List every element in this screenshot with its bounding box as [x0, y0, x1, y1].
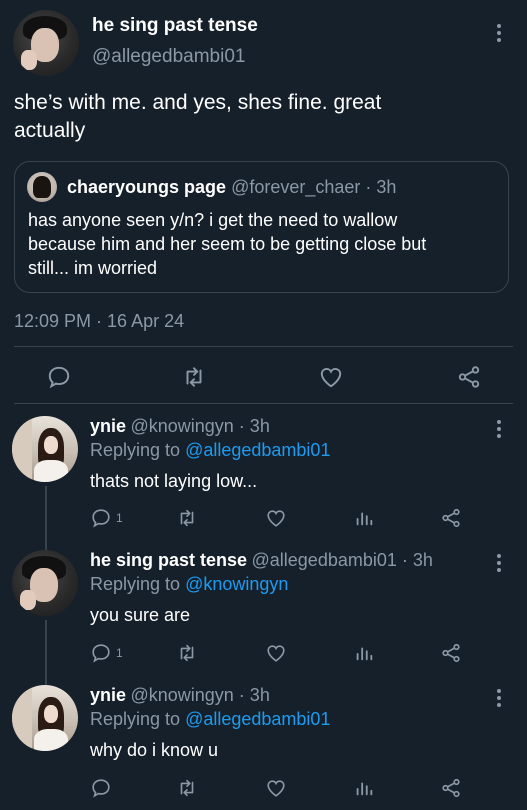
more-icon[interactable]: [497, 689, 501, 710]
reply-handle-time: @allegedbambi01 · 3h: [251, 550, 433, 570]
share-icon[interactable]: [440, 777, 462, 799]
replying-to-link[interactable]: @allegedbambi01: [185, 709, 330, 729]
replying-to-label: Replying to: [90, 440, 181, 460]
quoted-avatar: [27, 172, 57, 202]
reply-text: thats not laying low...: [90, 471, 258, 491]
retweet-icon[interactable]: [181, 364, 207, 390]
reply-text: why do i know u: [90, 740, 219, 760]
more-icon[interactable]: [497, 420, 501, 441]
like-icon[interactable]: [265, 507, 287, 529]
quoted-text-line-1: has anyone seen y/n? i get the need to w…: [28, 210, 398, 230]
reply-text: you sure are: [90, 605, 191, 625]
tweet-timestamp[interactable]: 12:09 PM · 16 Apr 24: [14, 311, 184, 332]
more-icon[interactable]: [497, 24, 501, 45]
like-icon[interactable]: [265, 642, 287, 664]
reply-display-name[interactable]: ynie: [90, 416, 126, 436]
replying-to-label: Replying to: [90, 709, 181, 729]
retweet-icon[interactable]: [176, 507, 198, 529]
thread-line: [45, 486, 47, 550]
like-icon[interactable]: [318, 364, 344, 390]
quoted-display-name: chaeryoungs page: [67, 177, 227, 197]
reply-icon[interactable]: [46, 364, 72, 390]
avatar[interactable]: [12, 685, 78, 751]
avatar[interactable]: [12, 416, 78, 482]
reply-count: 1: [116, 646, 123, 660]
thread-line: [45, 620, 47, 685]
divider: [14, 403, 513, 404]
author-handle[interactable]: @allegedbambi01: [92, 46, 245, 68]
author-avatar[interactable]: [13, 10, 79, 76]
reply-icon[interactable]: 1: [90, 507, 123, 529]
analytics-icon[interactable]: [353, 777, 375, 799]
like-icon[interactable]: [265, 777, 287, 799]
quoted-handle-time: @forever_chaer · 3h: [231, 177, 397, 197]
reply-handle-time: @knowingyn · 3h: [130, 685, 270, 705]
analytics-icon[interactable]: [353, 642, 375, 664]
quoted-tweet[interactable]: chaeryoungs page @forever_chaer · 3h has…: [14, 161, 509, 293]
share-icon[interactable]: [456, 364, 482, 390]
replying-to-link[interactable]: @knowingyn: [185, 574, 288, 594]
reply-icon[interactable]: 1: [90, 642, 123, 664]
share-icon[interactable]: [440, 507, 462, 529]
replying-to-label: Replying to: [90, 574, 181, 594]
divider: [14, 346, 513, 347]
tweet-text-line-2: actually: [14, 119, 86, 142]
analytics-icon[interactable]: [353, 507, 375, 529]
tweet-text-line-1: she’s with me. and yes, shes fine. great: [14, 91, 382, 114]
reply-display-name[interactable]: he sing past tense: [90, 550, 247, 570]
replying-to-link[interactable]: @allegedbambi01: [185, 440, 330, 460]
reply-count: 1: [116, 511, 123, 525]
quoted-text-line-3: still... im worried: [28, 258, 158, 278]
share-icon[interactable]: [440, 642, 462, 664]
more-icon[interactable]: [497, 554, 501, 575]
avatar[interactable]: [12, 550, 78, 616]
retweet-icon[interactable]: [176, 642, 198, 664]
reply-display-name[interactable]: ynie: [90, 685, 126, 705]
reply-handle-time: @knowingyn · 3h: [130, 416, 270, 436]
reply-icon[interactable]: [90, 777, 112, 799]
retweet-icon[interactable]: [176, 777, 198, 799]
quoted-text-line-2: because him and her seem to be getting c…: [28, 234, 427, 254]
author-display-name[interactable]: he sing past tense: [92, 15, 258, 37]
